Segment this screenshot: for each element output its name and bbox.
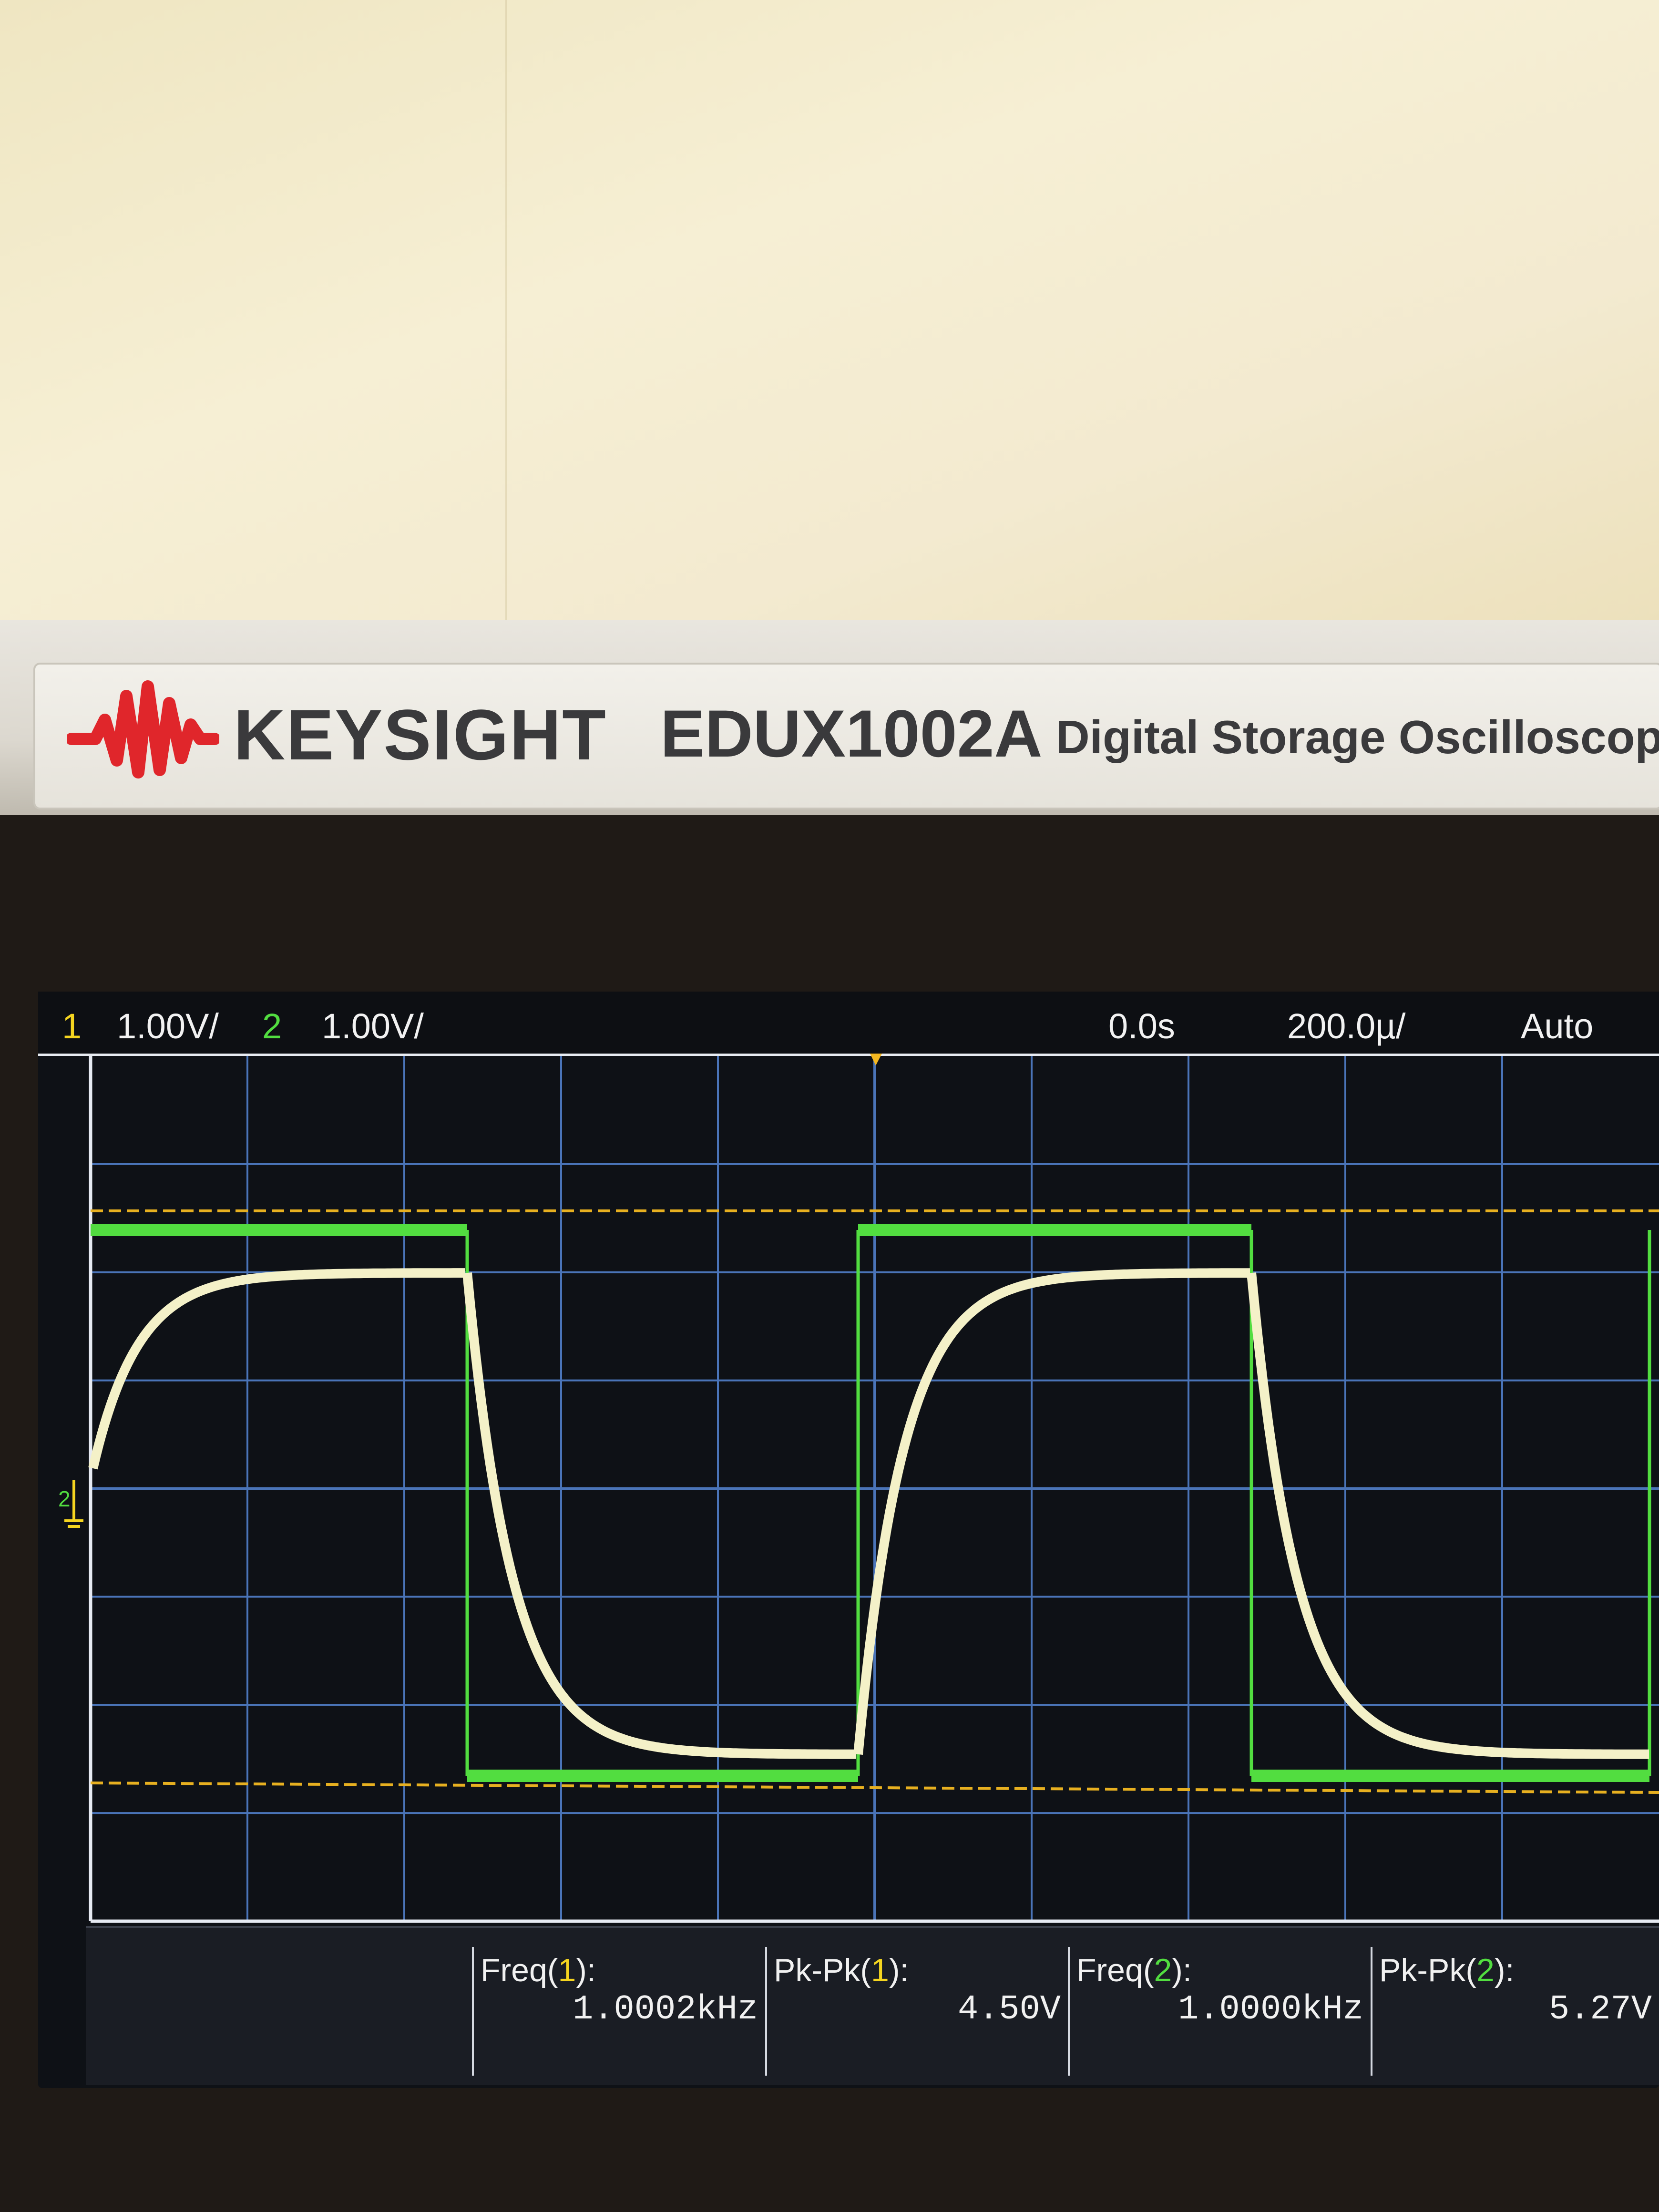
- measurement-label: Freq(2):: [1076, 1952, 1192, 1988]
- brand-name: KEYSIGHT: [234, 695, 607, 775]
- oscilloscope-screen: 1 1.00V/ 2 1.00V/ 0.0s 200.0µ/ Auto 2 Fr…: [38, 992, 1659, 2088]
- measurement-pkpk-1[interactable]: Pk-Pk(1): 4.50V: [765, 1947, 1067, 2076]
- ch1-rc-discharge-curve: [1247, 1272, 1651, 1759]
- ch1-rc-trace: [88, 1268, 1651, 1759]
- measurement-bar: Freq(1): 1.0002kHz Pk-Pk(1): 4.50V Freq(…: [86, 1926, 1659, 2085]
- ch2-square-trace: [91, 1224, 1651, 1782]
- ground-marker-label: 2: [58, 1486, 71, 1511]
- ground-marker: 2: [58, 1480, 83, 1528]
- measurement-value: 4.50V: [957, 1990, 1061, 2029]
- measurement-pkpk-2[interactable]: Pk-Pk(2): 5.27V: [1371, 1947, 1659, 2076]
- wall-corner: [505, 0, 507, 629]
- background-wall: [0, 0, 1659, 639]
- model-number: EDUX1002A: [660, 696, 1043, 771]
- ch1-rc-charge-curve: [853, 1268, 1252, 1755]
- measurement-freq-1[interactable]: Freq(1): 1.0002kHz: [472, 1947, 765, 2076]
- measurement-label: Pk-Pk(2):: [1379, 1952, 1515, 1988]
- device-description: Digital Storage Oscilloscope: [1056, 711, 1659, 763]
- measurement-label: Freq(1):: [481, 1952, 596, 1988]
- waveform-display: 2: [58, 1054, 1659, 1923]
- ch1-rc-discharge-curve: [462, 1272, 858, 1759]
- measurement-label: Pk-Pk(1):: [774, 1952, 909, 1988]
- measurement-value: 1.0002kHz: [573, 1990, 758, 2029]
- keysight-wave-logo: [67, 680, 219, 778]
- trigger-marker-icon: [870, 1054, 882, 1065]
- ch1-rc-charge-curve: [88, 1268, 467, 1470]
- measurement-value: 5.27V: [1548, 1990, 1652, 2029]
- measurement-value: 1.0000kHz: [1178, 1990, 1363, 2029]
- measurement-freq-2[interactable]: Freq(2): 1.0000kHz: [1068, 1947, 1370, 2076]
